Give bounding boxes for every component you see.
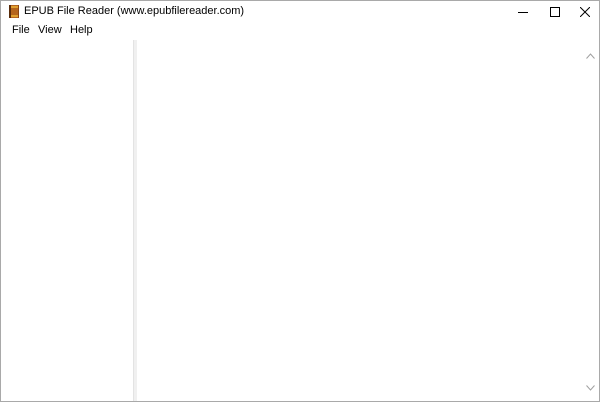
menu-view[interactable]: View: [37, 24, 63, 37]
maximize-icon: [550, 6, 560, 17]
minimize-icon: [518, 7, 528, 17]
vertical-scrollbar[interactable]: [582, 40, 599, 401]
close-button[interactable]: [569, 1, 599, 22]
maximize-button[interactable]: [539, 1, 571, 22]
scroll-up-button[interactable]: [582, 46, 599, 63]
app-window: EPUB File Reader (www.epubfilereader.com…: [0, 0, 600, 402]
title-bar[interactable]: EPUB File Reader (www.epubfilereader.com…: [1, 1, 599, 22]
scroll-down-button[interactable]: [582, 378, 599, 395]
chevron-down-icon: [586, 378, 595, 396]
reading-content-panel[interactable]: [137, 40, 582, 401]
minimize-button[interactable]: [507, 1, 539, 22]
window-title: EPUB File Reader (www.epubfilereader.com…: [24, 5, 245, 17]
book-icon: [9, 5, 19, 18]
menu-help[interactable]: Help: [69, 24, 94, 37]
chevron-up-icon: [586, 46, 595, 64]
scroll-track[interactable]: [582, 63, 599, 378]
menu-bar: File View Help: [1, 22, 599, 40]
menu-file[interactable]: File: [11, 24, 31, 37]
table-of-contents-panel[interactable]: [1, 40, 133, 401]
close-icon: [580, 6, 590, 17]
